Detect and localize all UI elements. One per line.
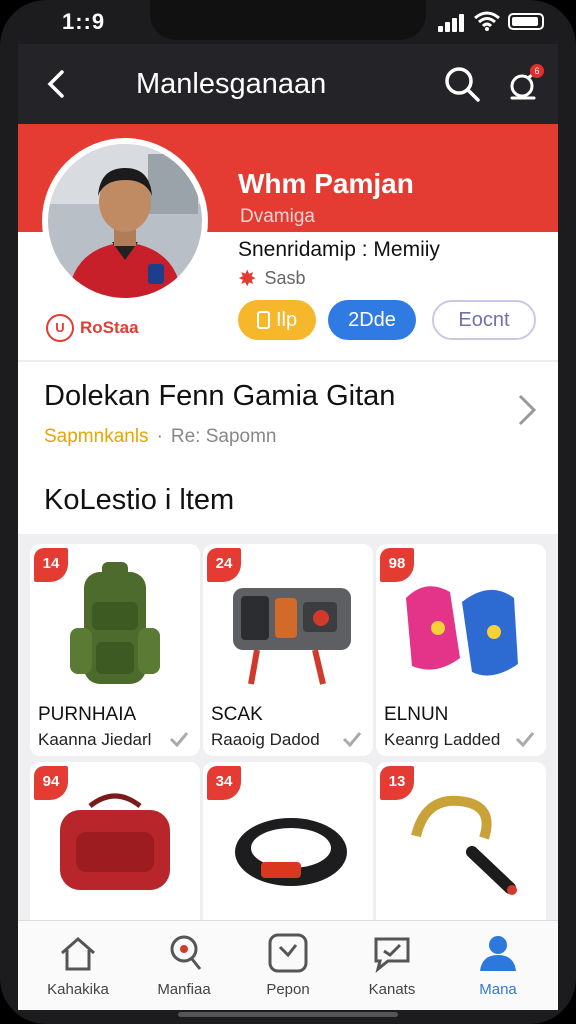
main-content: U RoStaa Whm Pamjan Dvamiga Snenridamip … (18, 124, 558, 920)
battery-icon (508, 13, 544, 30)
nav-label: Pepon (266, 981, 310, 998)
item-card[interactable]: 98 ELNUN Keanrg Ladded (376, 544, 546, 756)
horseshoe-bat-icon (411, 795, 517, 895)
game-tag: Sapmnkanls (44, 426, 149, 447)
status-time: 1::9 (62, 9, 106, 34)
item-card[interactable]: 34 (203, 762, 373, 920)
status-bar: 1::9 (0, 0, 576, 44)
player-role: Dvamiga (240, 206, 315, 227)
star-icon: ✸ (238, 265, 257, 291)
collection-grid: 14 PURNHAIA Kaanna Jiedarl 24 SCAK Raaoi… (18, 534, 558, 920)
backpack-icon (70, 562, 160, 684)
nav-item-map[interactable]: Manfiaa (134, 931, 234, 998)
nav-label: Manfiaa (157, 981, 211, 998)
primary-button-label: Ilp (275, 309, 298, 331)
check-icon (169, 732, 189, 748)
notification-badge: 6 (530, 64, 544, 78)
chevron-right-icon (518, 394, 537, 426)
map-pin-icon (170, 935, 202, 970)
nav-label: Kanats (368, 981, 416, 998)
home-icon (61, 937, 95, 971)
lock-icon (256, 311, 270, 329)
bottom-navigation: Kahakika Manfiaa Pepon Kanats Mana (18, 920, 558, 1010)
item-status: Raaoig Dadod (211, 730, 320, 749)
nav-item-home[interactable]: Kahakika (28, 931, 128, 998)
divider (18, 360, 558, 362)
collection-title: KoLestio i ltem (44, 484, 235, 516)
primary-button[interactable]: Ilp (238, 300, 316, 340)
game-title: Dolekan Fenn Gamia Gitan (44, 380, 396, 412)
player-subline: ✸ Sasb (238, 265, 306, 291)
item-name: PURNHAIA (38, 704, 137, 725)
wifi-icon (474, 11, 500, 31)
secondary-button[interactable]: 2Dde (328, 300, 416, 340)
search-icon[interactable] (442, 64, 482, 104)
item-card[interactable]: 13 (376, 762, 546, 920)
item-card[interactable]: 24 SCAK Raaoig Dadod (203, 544, 373, 756)
chat-icon (374, 937, 410, 973)
app-header: Manlesganaan 6 (18, 44, 558, 124)
item-status: Keanrg Ladded (384, 730, 501, 749)
phone-frame: 1::9 Manlesganaan 6 U RoStaa Whm Pamjan … (0, 0, 576, 1024)
player-stat: Snenridamip : Memiiy (238, 238, 440, 261)
band-icon (235, 818, 347, 886)
avatar-photo (48, 144, 202, 298)
page-title: Manlesganaan (136, 68, 327, 100)
tertiary-button[interactable]: Eocnt (432, 300, 536, 340)
item-name: SCAK (211, 704, 263, 725)
sneakers-icon (406, 586, 518, 676)
check-icon (515, 732, 535, 748)
club-badge[interactable]: U RoStaa (46, 314, 139, 342)
camera-notch (150, 0, 426, 40)
home-indicator[interactable] (178, 1012, 398, 1017)
dot-separator: · (156, 426, 163, 447)
nav-item-clock[interactable]: Pepon (238, 931, 338, 998)
item-status: Kaanna Jiedarl (38, 730, 152, 749)
nav-item-chat[interactable]: Kanats (342, 931, 442, 998)
club-name: RoStaa (80, 318, 139, 337)
player-name: Whm Pamjan (238, 168, 414, 199)
game-row[interactable]: Dolekan Fenn Gamia Gitan Sapmnkanls · Re… (18, 368, 558, 458)
bag-icon (60, 793, 170, 890)
back-arrow-icon[interactable] (38, 64, 78, 104)
profile-icon (480, 936, 516, 971)
check-icon (342, 732, 362, 748)
nav-label: Kahakika (47, 981, 109, 998)
avatar[interactable] (42, 138, 208, 304)
notification-button[interactable]: 6 (504, 62, 546, 104)
player-subline-text: Sasb (264, 268, 306, 288)
game-meta: Sapmnkanls · Re: Sapomn (44, 426, 277, 448)
item-card[interactable]: 94 (30, 762, 200, 920)
nav-label: Mana (479, 981, 517, 998)
signal-icon (438, 12, 468, 32)
item-card[interactable]: 14 PURNHAIA Kaanna Jiedarl (30, 544, 200, 756)
clock-icon (268, 933, 308, 973)
nav-item-profile[interactable]: Mana (448, 931, 548, 998)
item-name: ELNUN (384, 704, 449, 725)
game-meta-text: Re: Sapomn (170, 426, 277, 447)
device-icon (233, 588, 351, 685)
club-logo-icon: U (46, 314, 74, 342)
